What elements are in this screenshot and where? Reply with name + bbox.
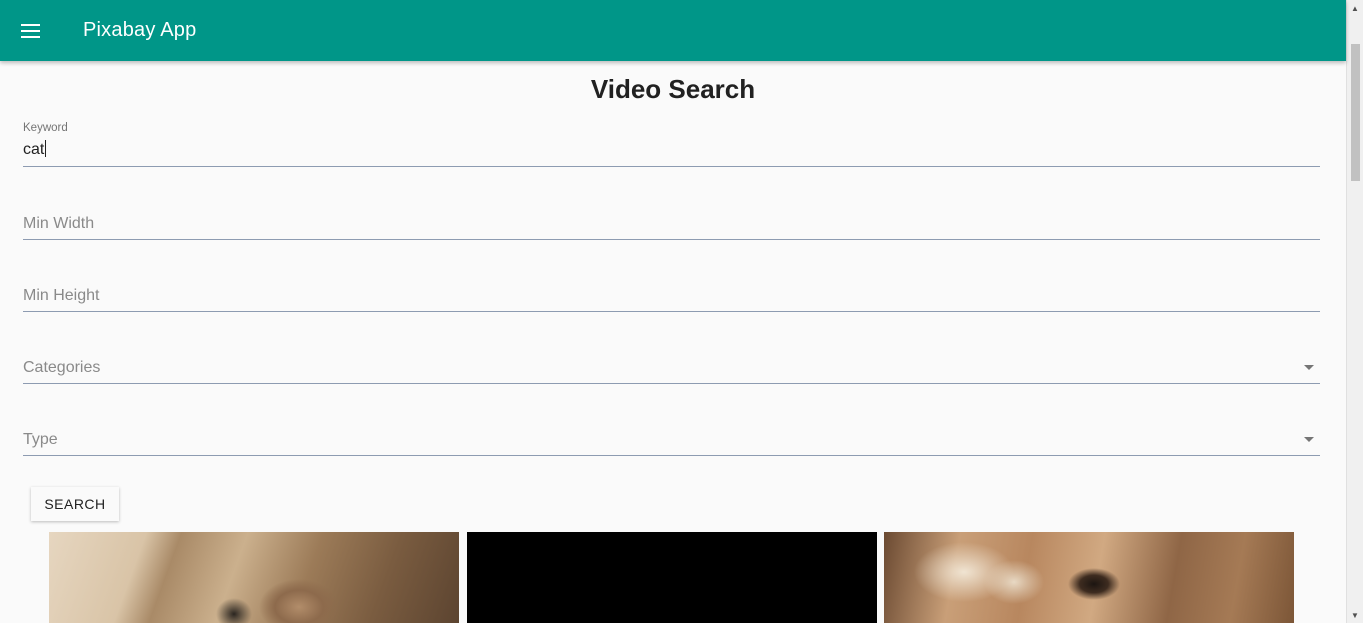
scroll-up-arrow-icon[interactable]: ▲ <box>1347 0 1363 16</box>
scroll-thumb[interactable] <box>1351 44 1360 181</box>
scroll-down-arrow-icon[interactable]: ▼ <box>1347 607 1363 623</box>
type-placeholder: Type <box>23 431 58 448</box>
text-caret <box>45 140 47 157</box>
categories-select[interactable]: Categories <box>23 349 1320 384</box>
app-title: Pixabay App <box>83 19 197 41</box>
min-width-field[interactable]: Min Width <box>23 205 1320 240</box>
page-scrollbar[interactable]: ▲ ▼ <box>1346 0 1363 623</box>
min-width-placeholder: Min Width <box>23 215 95 232</box>
app-bar: Pixabay App <box>0 0 1346 61</box>
min-height-field[interactable]: Min Height <box>23 277 1320 312</box>
video-results <box>49 532 1294 623</box>
type-select[interactable]: Type <box>23 421 1320 456</box>
search-button[interactable]: SEARCH <box>31 487 119 521</box>
keyword-label: Keyword <box>23 122 68 134</box>
categories-placeholder: Categories <box>23 359 101 376</box>
page-title: Video Search <box>590 74 756 104</box>
chevron-down-icon[interactable] <box>1304 365 1314 370</box>
video-thumbnail[interactable] <box>467 532 877 623</box>
menu-icon[interactable] <box>21 19 45 43</box>
video-thumbnail[interactable] <box>884 532 1294 623</box>
min-height-placeholder: Min Height <box>23 287 100 304</box>
keyword-field[interactable]: Keyword cat <box>23 122 1320 167</box>
video-thumbnail[interactable] <box>49 532 459 623</box>
keyword-input[interactable]: cat <box>23 140 47 159</box>
keyword-value: cat <box>23 141 45 158</box>
chevron-down-icon[interactable] <box>1304 437 1314 442</box>
